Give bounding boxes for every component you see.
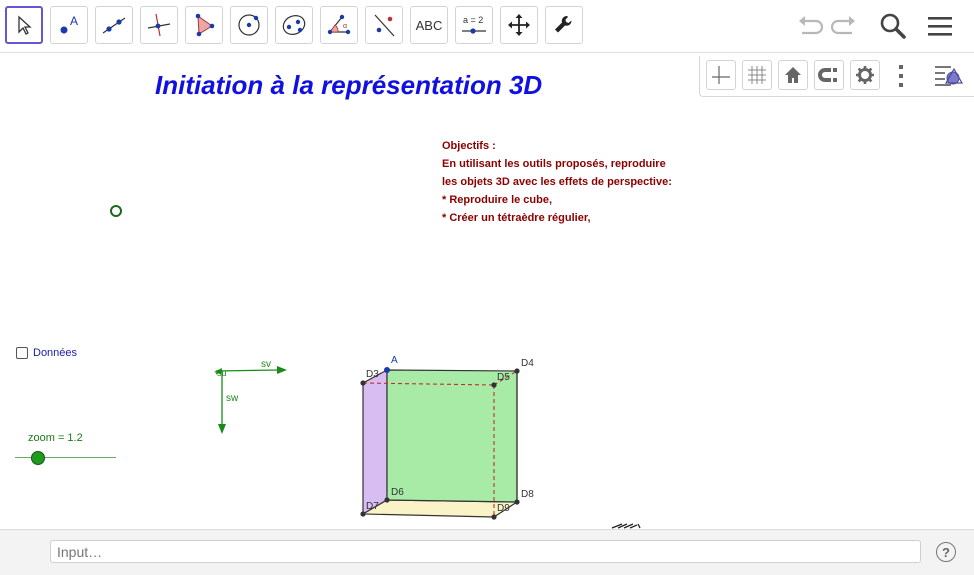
wrench-icon: [555, 15, 572, 33]
move-graphics-tool[interactable]: [500, 6, 538, 44]
text-icon: ABC: [415, 17, 443, 33]
angle-tool[interactable]: α: [320, 6, 358, 44]
label-d3: D3: [366, 369, 379, 380]
reflect-icon: [374, 14, 395, 37]
point-d8[interactable]: [514, 499, 520, 505]
svg-text:a = 2: a = 2: [463, 15, 483, 25]
move-view-icon: [508, 14, 530, 36]
undo-button[interactable]: [791, 8, 827, 44]
redo-button[interactable]: [827, 8, 863, 44]
label-sw: sw: [226, 393, 239, 404]
search-icon: [880, 13, 906, 39]
point-icon: A: [60, 14, 78, 34]
graphics-view: su sv sw A D3 D4 D5 D6 D7 D8 D9: [214, 355, 641, 529]
algebra-input[interactable]: [50, 540, 921, 563]
text-tool[interactable]: ABC: [410, 6, 448, 44]
label-su: su: [217, 368, 227, 378]
help-button[interactable]: ?: [936, 542, 956, 562]
move-tool[interactable]: [5, 6, 43, 44]
vector-sv[interactable]: [215, 366, 287, 374]
ellipse-tool[interactable]: [275, 6, 313, 44]
point-tool[interactable]: A: [50, 6, 88, 44]
input-bar: ?: [0, 529, 974, 575]
settings-tool[interactable]: [545, 6, 583, 44]
circle-center-icon: [238, 14, 260, 36]
point-d6[interactable]: [384, 497, 390, 503]
vector-sw[interactable]: [218, 371, 226, 434]
menu-button[interactable]: [922, 8, 958, 44]
polygon-tool[interactable]: [185, 6, 223, 44]
partial-object: [611, 523, 641, 529]
point-d7[interactable]: [360, 511, 366, 517]
cube-left-face[interactable]: [362, 368, 388, 516]
search-button[interactable]: [875, 8, 911, 44]
label-d6: D6: [391, 487, 404, 498]
toolbar: A α ABC a = 2: [0, 0, 974, 53]
point-d4[interactable]: [514, 368, 520, 374]
ellipse-icon: [282, 15, 306, 35]
point-a[interactable]: [384, 367, 390, 373]
label-d7: D7: [366, 501, 379, 512]
redo-icon: [830, 16, 855, 35]
cursor-arrow-icon: [18, 15, 32, 35]
label-d8: D8: [521, 489, 534, 500]
cube-front-face[interactable]: [386, 369, 518, 503]
point-d3[interactable]: [360, 380, 366, 386]
menu-icon: [928, 17, 952, 36]
reflect-tool[interactable]: [365, 6, 403, 44]
label-sv: sv: [261, 359, 271, 370]
point-d9[interactable]: [491, 514, 497, 520]
perpendicular-icon: [147, 13, 171, 37]
angle-icon: α: [327, 14, 351, 35]
point-d5[interactable]: [491, 382, 497, 388]
label-d5: D5: [497, 372, 510, 383]
slider-tool[interactable]: a = 2: [455, 6, 493, 44]
svg-text:α: α: [343, 23, 347, 30]
svg-text:A: A: [70, 14, 78, 28]
line-tool[interactable]: [95, 6, 133, 44]
label-a: A: [391, 355, 398, 366]
slider-icon: a = 2: [462, 15, 486, 34]
polygon-icon: [195, 13, 215, 37]
line-icon: [102, 17, 126, 34]
label-d4: D4: [521, 358, 534, 369]
undo-icon: [799, 16, 824, 35]
circle-tool[interactable]: [230, 6, 268, 44]
label-d9: D9: [497, 503, 510, 514]
perpendicular-tool[interactable]: [140, 6, 178, 44]
